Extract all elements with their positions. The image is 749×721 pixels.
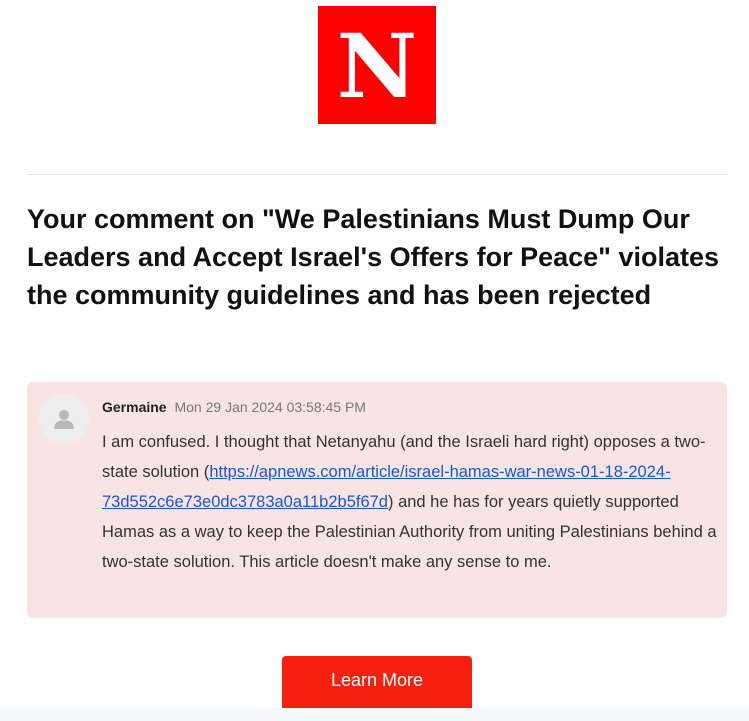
- header-divider: [27, 174, 727, 175]
- learn-more-button[interactable]: Learn More: [282, 656, 472, 708]
- comment-meta: Germaine Mon 29 Jan 2024 03:58:45 PM: [102, 398, 366, 416]
- comment-text: I am confused. I thought that Netanyahu …: [102, 427, 718, 577]
- email-body: N Your comment on "We Palestinians Must …: [0, 0, 749, 708]
- newsweek-logo[interactable]: N: [318, 6, 436, 124]
- rejected-comment-card: Germaine Mon 29 Jan 2024 03:58:45 PM I a…: [27, 382, 727, 618]
- comment-author: Germaine: [102, 399, 167, 415]
- email-headline: Your comment on "We Palestinians Must Du…: [27, 204, 720, 310]
- logo-letter: N: [336, 14, 418, 118]
- user-icon: [54, 410, 74, 429]
- comment-timestamp: Mon 29 Jan 2024 03:58:45 PM: [174, 399, 366, 415]
- avatar: [39, 394, 89, 444]
